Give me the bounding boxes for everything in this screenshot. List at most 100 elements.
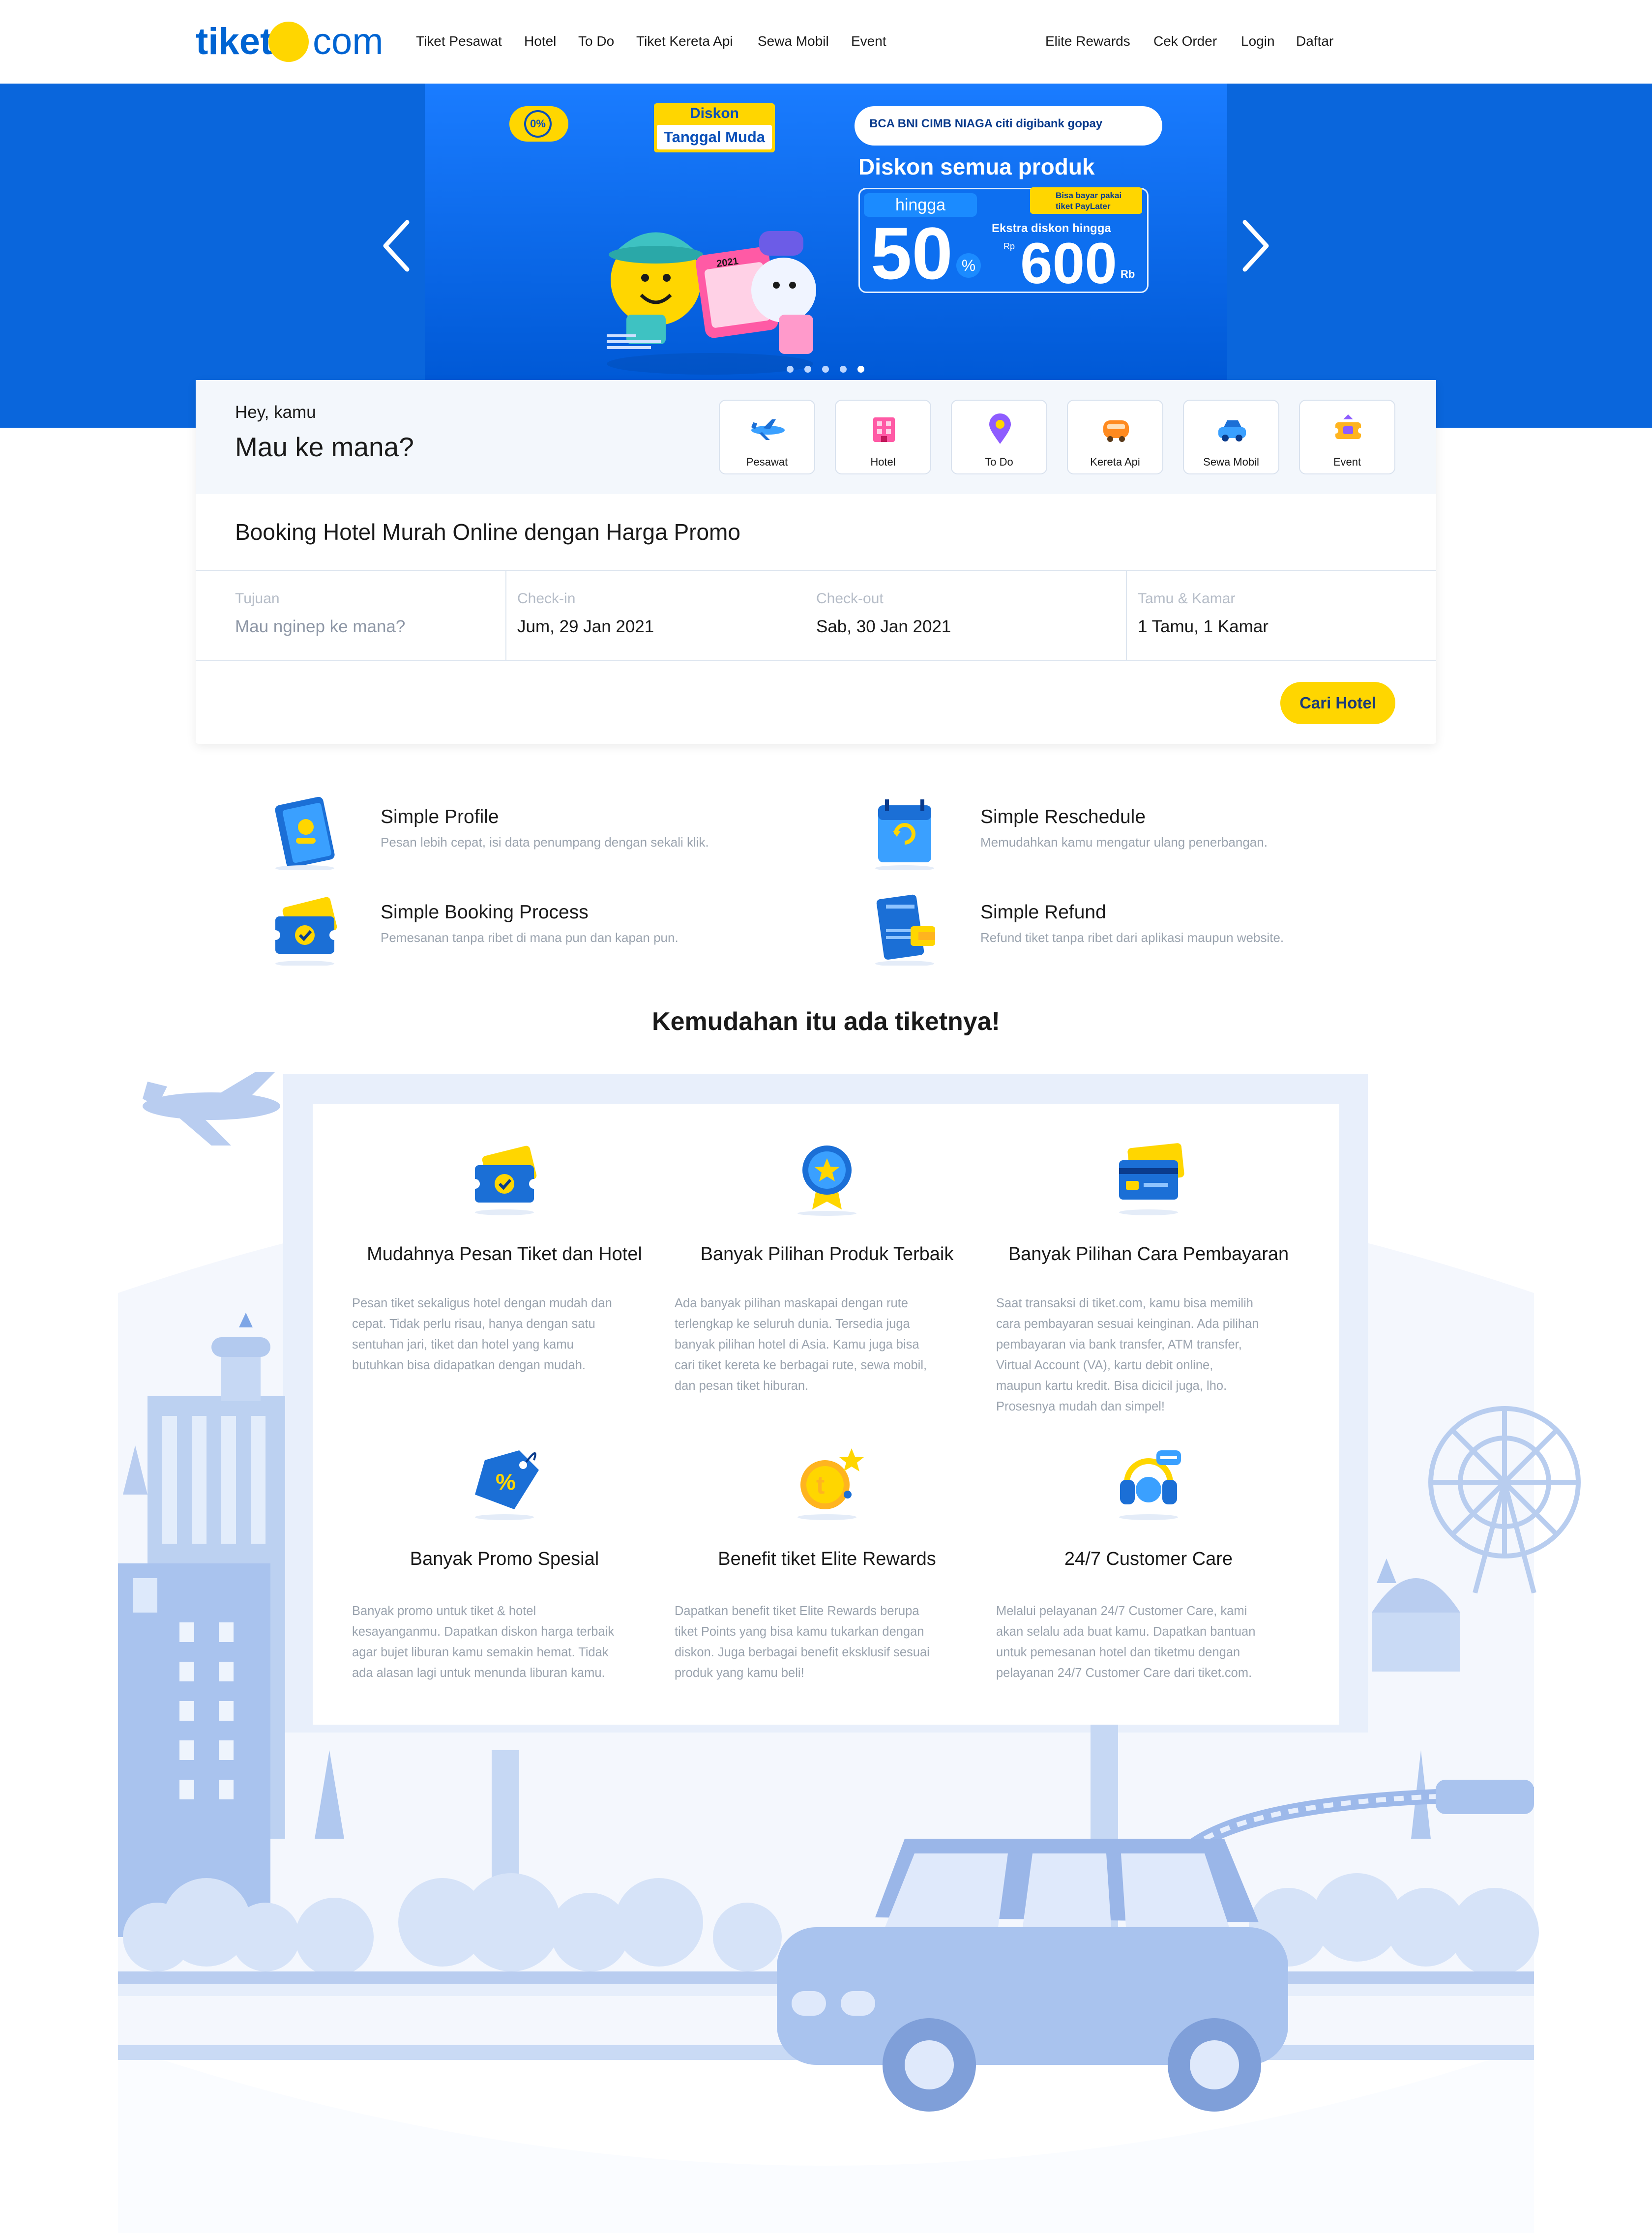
- amount-value: 600: [1020, 231, 1117, 296]
- paylater-badge: Bisa bayar pakai tiket PayLater: [1030, 187, 1142, 214]
- benefits-heading: Kemudahan itu ada tiketnya!: [652, 1007, 1000, 1036]
- banner-headline: Diskon semua produk: [858, 154, 1095, 179]
- nav-link-tiket-pesawat[interactable]: Tiket Pesawat: [416, 33, 502, 49]
- benefit-desc-line: diskon. Juga berbagai benefit eksklusif …: [675, 1645, 930, 1659]
- promo-banner[interactable]: 0% Diskon Tanggal Muda 2021 BCA BNI CIMB…: [425, 84, 1227, 381]
- logo-text-right: com: [313, 21, 384, 62]
- carousel-next-arrow-icon[interactable]: [1235, 216, 1274, 275]
- benefit-desc-line: akan selalu ada buat kamu. Dapatkan bant…: [996, 1625, 1256, 1639]
- benefit-desc-line: butuhkan bisa didapatkan dengan mudah.: [352, 1358, 586, 1372]
- benefit-desc-line: Pesan tiket sekaligus hotel dengan mudah…: [352, 1296, 612, 1310]
- train-icon: [1096, 410, 1136, 449]
- calendar-icon: [865, 792, 944, 871]
- guests-label: Tamu & Kamar: [1138, 590, 1236, 607]
- feature-title: Simple Booking Process: [381, 902, 589, 923]
- percent-sign: %: [956, 253, 981, 278]
- bank-partners-text: BCA BNI CIMB NIAGA citi digibank gopay: [869, 117, 1103, 130]
- headset-icon: [1109, 1440, 1188, 1524]
- nav-link-sewa-mobil[interactable]: Sewa Mobil: [758, 33, 829, 49]
- carousel-dot[interactable]: [787, 366, 794, 373]
- search-card: Hey, kamu Mau ke mana? Pesawat Hotel To Do…: [196, 380, 1436, 744]
- credit-card-icon: [1109, 1136, 1188, 1219]
- product-tab-sewa-mobil[interactable]: Sewa Mobil: [1183, 400, 1279, 474]
- benefit-desc-line: Dapatkan benefit tiket Elite Rewards ber…: [675, 1604, 919, 1618]
- discount-box: hingga 50 % Bisa bayar pakai tiket PayLa…: [858, 187, 1149, 296]
- discount-tag-icon: %: [465, 1440, 544, 1524]
- question-title: Mau ke mana?: [235, 432, 414, 462]
- search-hotel-button[interactable]: Cari Hotel: [1280, 682, 1395, 724]
- top-navbar: tiket com Tiket Pesawat Hotel To Do Tike…: [0, 0, 1652, 84]
- product-tab-label: Kereta Api: [1090, 456, 1140, 468]
- nav-link-tiket-kereta-api[interactable]: Tiket Kereta Api: [636, 33, 733, 49]
- carousel-dot[interactable]: [840, 366, 847, 373]
- mascot-illustration: 2021: [607, 231, 816, 375]
- nav-link-daftar[interactable]: Daftar: [1296, 33, 1333, 49]
- destination-field[interactable]: Tujuan Mau nginep ke mana?: [196, 571, 505, 660]
- product-tab-kereta-api[interactable]: Kereta Api: [1067, 400, 1163, 474]
- benefit-title: Mudahnya Pesan Tiket dan Hotel: [367, 1244, 642, 1264]
- benefit-desc-line: banyak pilihan hotel di Asia. Kamu juga …: [675, 1338, 919, 1352]
- product-tab-event[interactable]: Event: [1299, 400, 1395, 474]
- benefit-desc-line: Banyak promo untuk tiket & hotel: [352, 1604, 536, 1618]
- rp-label: Rp: [1003, 241, 1015, 251]
- rb-label: Rb: [1121, 268, 1135, 280]
- destination-input[interactable]: Mau nginep ke mana?: [235, 617, 405, 637]
- product-tab-hotel[interactable]: Hotel: [835, 400, 931, 474]
- location-pin-icon: [980, 410, 1020, 449]
- nav-link-login[interactable]: Login: [1241, 33, 1275, 49]
- divider: [196, 660, 1436, 661]
- carousel-dot[interactable]: [857, 366, 864, 373]
- product-tab-label: Sewa Mobil: [1203, 456, 1259, 468]
- benefit-desc-line: agar bujet liburan kamu semakin hemat. T…: [352, 1645, 609, 1659]
- refund-icon: [865, 887, 944, 967]
- ticket-check-icon: [465, 1136, 544, 1219]
- search-heading: Booking Hotel Murah Online dengan Harga …: [235, 519, 740, 545]
- benefit-desc-line: Ada banyak pilihan maskapai dengan rute: [675, 1296, 908, 1310]
- diskon-tag: Diskon Tanggal Muda: [654, 103, 775, 152]
- benefit-title: Banyak Pilihan Produk Terbaik: [700, 1244, 954, 1264]
- carousel-dot[interactable]: [822, 366, 829, 373]
- benefit-desc-line: pembayaran via bank transfer, ATM transf…: [996, 1338, 1242, 1352]
- benefit-desc-line: Melalui pelayanan 24/7 Customer Care, ka…: [996, 1604, 1247, 1618]
- nav-link-elite-rewards[interactable]: Elite Rewards: [1045, 33, 1130, 49]
- nav-link-event[interactable]: Event: [851, 33, 886, 49]
- benefit-desc-line: kesayanganmu. Dapatkan diskon harga terb…: [352, 1625, 614, 1639]
- checkout-field[interactable]: Check-out Sab, 30 Jan 2021: [801, 571, 1126, 660]
- benefit-desc-line: cari tiket kereta ke berbagai rute, sewa…: [675, 1358, 927, 1372]
- checkin-label: Check-in: [517, 590, 576, 607]
- product-tab-to-do[interactable]: To Do: [951, 400, 1047, 474]
- product-tab-pesawat[interactable]: Pesawat: [719, 400, 815, 474]
- logo-dot-icon: [268, 22, 309, 62]
- checkin-field[interactable]: Check-in Jum, 29 Jan 2021: [506, 571, 801, 660]
- carousel-prev-arrow-icon[interactable]: [378, 216, 417, 275]
- nav-link-to-do[interactable]: To Do: [578, 33, 614, 49]
- feature-title: Simple Refund: [980, 902, 1106, 923]
- benefit-desc-line: produk yang kamu beli!: [675, 1666, 804, 1680]
- benefit-desc-line: sentuhan jari, tiket dan hotel yang kamu: [352, 1338, 574, 1352]
- nav-link-hotel[interactable]: Hotel: [524, 33, 556, 49]
- benefit-title: Banyak Promo Spesial: [410, 1549, 599, 1569]
- airplane-icon: [748, 410, 788, 449]
- feature-desc: Memudahkan kamu mengatur ulang penerbang…: [980, 835, 1268, 850]
- guests-value[interactable]: 1 Tamu, 1 Kamar: [1138, 617, 1268, 637]
- product-tab-label: Pesawat: [746, 456, 788, 468]
- carousel-dot[interactable]: [804, 366, 811, 373]
- checkout-value[interactable]: Sab, 30 Jan 2021: [816, 617, 951, 637]
- feature-desc: Refund tiket tanpa ribet dari aplikasi m…: [980, 930, 1284, 945]
- feature-desc: Pesan lebih cepat, isi data penumpang de…: [381, 835, 709, 850]
- benefit-desc-line: terlengkap ke seluruh dunia. Tersedia ju…: [675, 1317, 910, 1331]
- feature-title: Simple Profile: [381, 806, 499, 827]
- feature-desc: Pemesanan tanpa ribet di mana pun dan ka…: [381, 930, 678, 945]
- product-tab-label: To Do: [985, 456, 1013, 468]
- benefit-desc-line: Prosesnya mudah dan simpel!: [996, 1400, 1165, 1413]
- benefit-desc-line: tiket Points yang bisa kamu tukarkan den…: [675, 1625, 924, 1639]
- ticket-icon: [1328, 410, 1368, 449]
- benefit-desc-line: Virtual Account (VA), kartu debit online…: [996, 1358, 1213, 1372]
- checkin-value[interactable]: Jum, 29 Jan 2021: [517, 617, 654, 637]
- checkout-label: Check-out: [816, 590, 884, 607]
- search-card-header: Hey, kamu Mau ke mana? Pesawat Hotel To Do…: [196, 380, 1436, 494]
- guests-field[interactable]: Tamu & Kamar 1 Tamu, 1 Kamar: [1127, 571, 1436, 660]
- benefit-desc-line: untuk pemesanan hotel dan tiketmu dengan: [996, 1645, 1240, 1659]
- nav-link-cek-order[interactable]: Cek Order: [1153, 33, 1217, 49]
- benefit-desc-line: cara pembayaran sesuai keinginan. Ada pi…: [996, 1317, 1259, 1331]
